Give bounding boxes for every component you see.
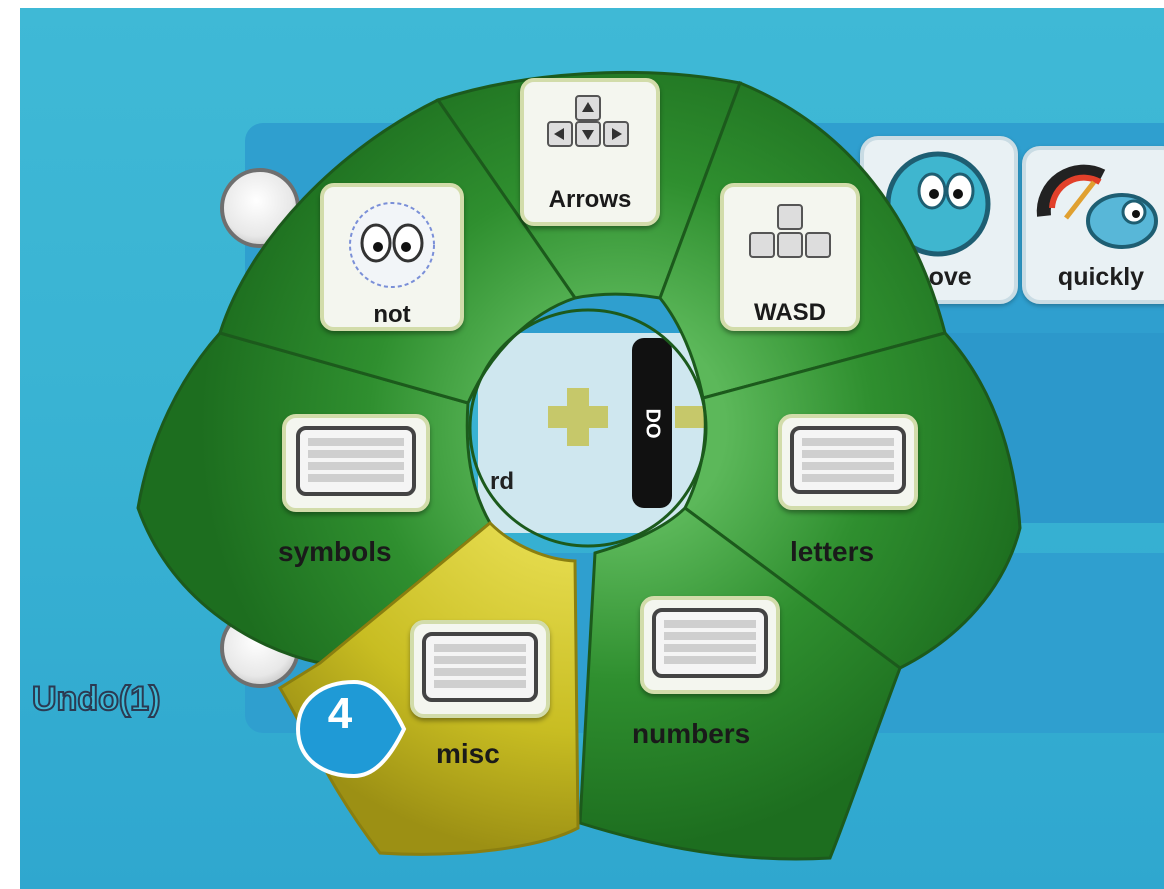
wasd-label: WASD bbox=[754, 299, 826, 326]
step-number: 4 bbox=[327, 689, 353, 738]
keyboard-icon bbox=[790, 426, 906, 494]
eyes-icon bbox=[349, 202, 435, 288]
keyboard-icon bbox=[422, 632, 538, 702]
kodu-editor-canvas: move quickly Undo(1) rd DO Arrows WASD n… bbox=[20, 8, 1164, 889]
keyboard-icon bbox=[296, 426, 416, 496]
pie-hub-ring bbox=[468, 308, 708, 548]
wasd-button[interactable]: WASD bbox=[720, 183, 860, 331]
arrow-keys-icon bbox=[547, 95, 629, 147]
numbers-label: numbers bbox=[632, 718, 751, 749]
letters-label: letters bbox=[790, 536, 875, 567]
letters-keyboard-tile[interactable] bbox=[778, 414, 918, 510]
not-label: not bbox=[373, 301, 411, 328]
numbers-keyboard-tile[interactable] bbox=[640, 596, 780, 694]
arrows-label: Arrows bbox=[548, 186, 632, 213]
misc-keyboard-tile[interactable] bbox=[410, 620, 550, 718]
keyboard-icon bbox=[652, 608, 768, 678]
symbols-keyboard-tile[interactable] bbox=[282, 414, 430, 512]
wasd-keys-icon bbox=[749, 204, 831, 258]
misc-label: misc bbox=[436, 738, 500, 769]
symbols-label: symbols bbox=[278, 536, 392, 567]
not-button[interactable]: not bbox=[320, 183, 464, 331]
arrows-button[interactable]: Arrows bbox=[520, 78, 660, 226]
